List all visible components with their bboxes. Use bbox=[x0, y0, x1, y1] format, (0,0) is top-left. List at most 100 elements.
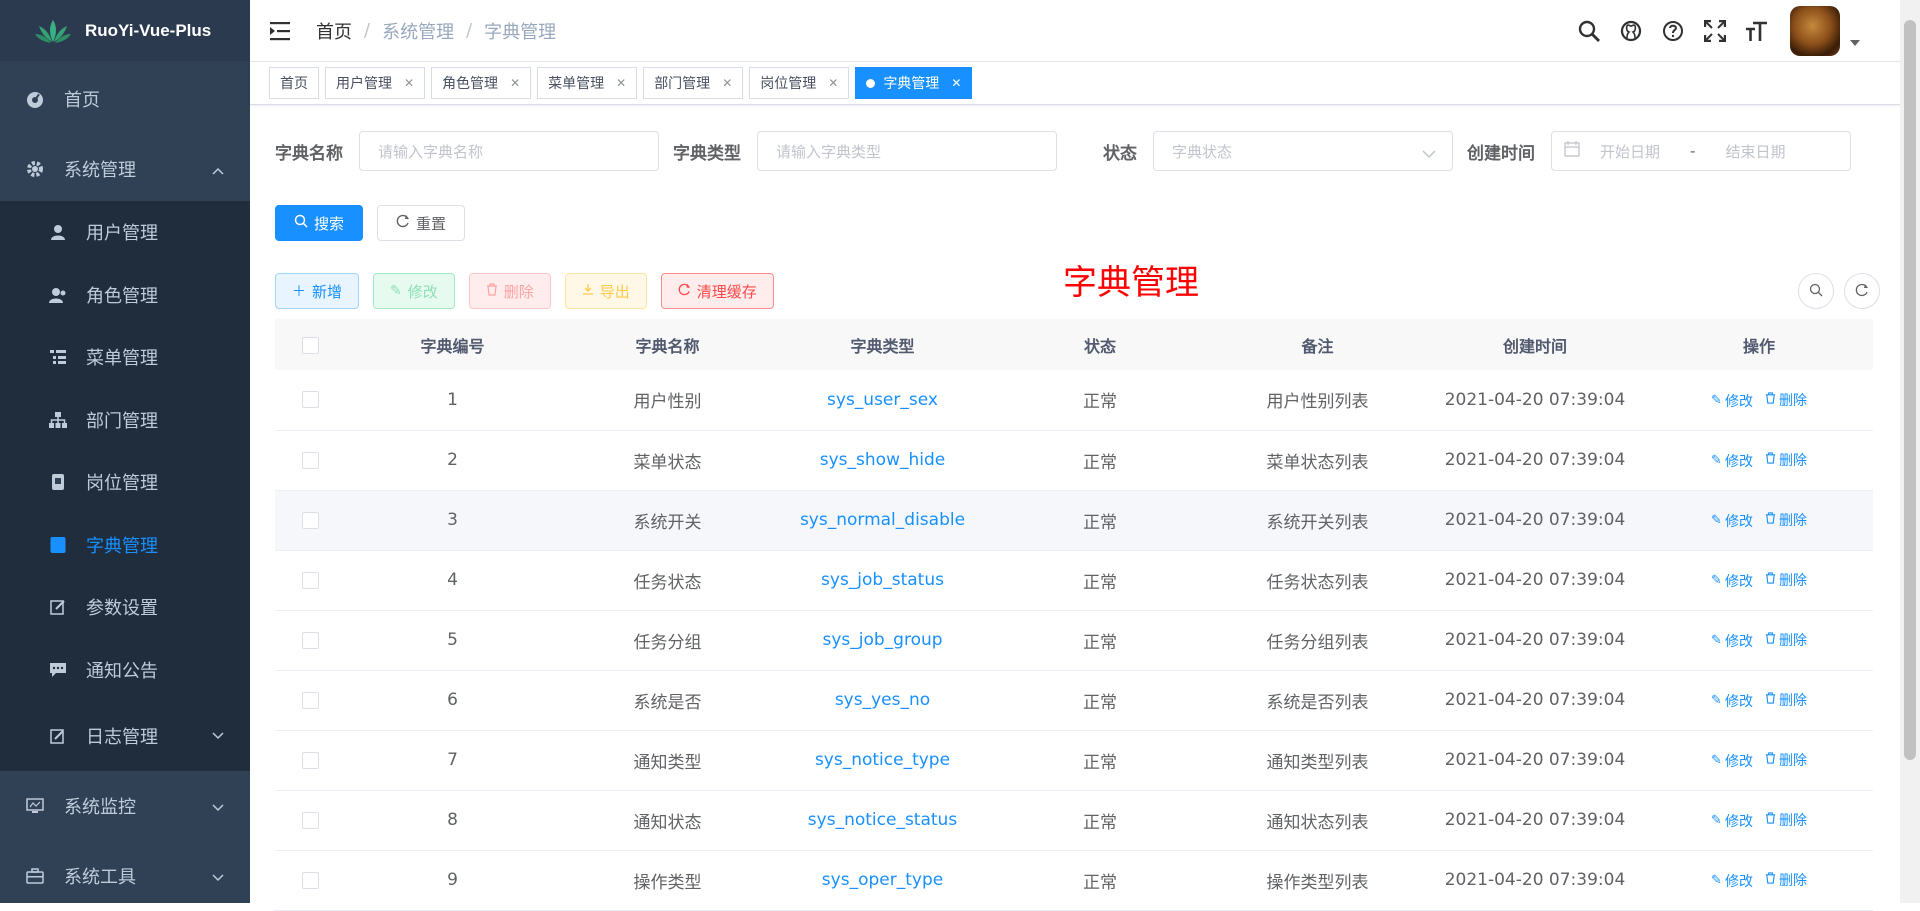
sidebar-item-dept[interactable]: 部门管理 bbox=[0, 389, 250, 452]
sidebar-item-system[interactable]: 系统管理 bbox=[0, 137, 250, 201]
close-icon[interactable]: ✕ bbox=[951, 76, 961, 90]
tag-user[interactable]: 用户管理 ✕ bbox=[325, 67, 426, 99]
row-edit-button[interactable]: ✎ 修改 bbox=[1711, 451, 1753, 471]
logo-icon bbox=[35, 19, 71, 43]
row-checkbox[interactable] bbox=[301, 871, 319, 889]
tag-role[interactable]: 角色管理 ✕ bbox=[431, 67, 532, 99]
row-delete-button[interactable]: 删除 bbox=[1765, 750, 1807, 770]
search-icon[interactable] bbox=[1576, 18, 1602, 44]
dict-type-input[interactable]: 请输入字典类型 bbox=[757, 131, 1057, 171]
dict-type-link[interactable]: sys_user_sex bbox=[775, 370, 990, 430]
font-size-icon[interactable] bbox=[1744, 18, 1770, 44]
row-delete-button[interactable]: 删除 bbox=[1765, 870, 1807, 890]
sidebar-item-config[interactable]: 参数设置 bbox=[0, 576, 250, 639]
hamburger-icon[interactable] bbox=[270, 21, 294, 41]
scrollbar[interactable] bbox=[1900, 0, 1920, 903]
dict-type-link[interactable]: sys_oper_type bbox=[775, 850, 990, 910]
row-checkbox[interactable] bbox=[301, 451, 319, 469]
start-date-placeholder[interactable]: 开始日期 bbox=[1600, 141, 1660, 162]
sidebar-item-home[interactable]: 首页 bbox=[0, 61, 250, 137]
add-button[interactable]: ＋ 新增 bbox=[275, 273, 360, 309]
row-edit-button[interactable]: ✎ 修改 bbox=[1711, 871, 1753, 891]
row-delete-button[interactable]: 删除 bbox=[1765, 450, 1807, 470]
sidebar-item-dict[interactable]: 字典管理 bbox=[0, 514, 250, 577]
scrollbar-thumb[interactable] bbox=[1904, 20, 1916, 760]
row-edit-button[interactable]: ✎ 修改 bbox=[1711, 631, 1753, 651]
fullscreen-icon[interactable] bbox=[1702, 18, 1728, 44]
row-delete-button[interactable]: 删除 bbox=[1765, 690, 1807, 710]
sidebar-item-monitor[interactable]: 系统监控 bbox=[0, 771, 250, 841]
row-delete-button[interactable]: 删除 bbox=[1765, 510, 1807, 530]
dict-type-link[interactable]: sys_normal_disable bbox=[775, 490, 990, 550]
export-button[interactable]: 导出 bbox=[564, 273, 647, 309]
reset-button[interactable]: 重置 bbox=[377, 205, 466, 241]
row-checkbox[interactable] bbox=[301, 631, 319, 649]
chevron-up-icon bbox=[212, 163, 224, 179]
status-select[interactable]: 字典状态 bbox=[1153, 131, 1453, 171]
row-checkbox[interactable] bbox=[301, 391, 319, 409]
breadcrumb-item[interactable]: 首页 bbox=[316, 18, 352, 44]
row-delete-button[interactable]: 删除 bbox=[1765, 570, 1807, 590]
logo[interactable]: RuoYi-Vue-Plus bbox=[0, 0, 250, 61]
refresh-table-button[interactable] bbox=[1844, 273, 1880, 309]
row-checkbox[interactable] bbox=[301, 511, 319, 529]
page-heading: 字典管理 bbox=[1063, 263, 1199, 303]
dict-type-link[interactable]: sys_notice_type bbox=[775, 730, 990, 790]
caret-down-icon[interactable] bbox=[1850, 40, 1860, 46]
tag-post[interactable]: 岗位管理 ✕ bbox=[749, 67, 850, 99]
tag-dict[interactable]: 字典管理 ✕ bbox=[855, 67, 973, 99]
edit-button[interactable]: ✎ 修改 bbox=[373, 273, 455, 309]
table-row: 9 操作类型 sys_oper_type 正常 操作类型列表 2021-04-20 07:… bbox=[275, 850, 1873, 910]
github-icon[interactable] bbox=[1618, 18, 1644, 44]
row-edit-button[interactable]: ✎ 修改 bbox=[1711, 691, 1753, 711]
dict-type-link[interactable]: sys_notice_status bbox=[775, 790, 990, 850]
row-delete-button[interactable]: 删除 bbox=[1765, 630, 1807, 650]
toggle-search-button[interactable] bbox=[1798, 273, 1834, 309]
date-range-picker[interactable]: 开始日期 - 结束日期 bbox=[1551, 131, 1851, 171]
close-icon[interactable]: ✕ bbox=[828, 76, 838, 90]
status-cell: 正常 bbox=[1083, 452, 1117, 473]
row-edit-button[interactable]: ✎ 修改 bbox=[1711, 511, 1753, 531]
dict-type-link[interactable]: sys_job_group bbox=[775, 610, 990, 670]
row-edit-button[interactable]: ✎ 修改 bbox=[1711, 391, 1753, 411]
sidebar-item-role[interactable]: 角色管理 bbox=[0, 264, 250, 327]
avatar[interactable] bbox=[1790, 6, 1840, 56]
row-delete-button[interactable]: 删除 bbox=[1765, 390, 1807, 410]
clear-cache-button[interactable]: 清理缓存 bbox=[660, 273, 774, 309]
sidebar-item-menu[interactable]: 菜单管理 bbox=[0, 326, 250, 389]
sidebar-item-user[interactable]: 用户管理 bbox=[0, 201, 250, 264]
dict-type-link[interactable]: sys_yes_no bbox=[775, 670, 990, 730]
row-checkbox[interactable] bbox=[301, 751, 319, 769]
sidebar: RuoYi-Vue-Plus 首页 系统管理 用户管理 角色管理 菜单管理 部门… bbox=[0, 0, 250, 903]
close-icon[interactable]: ✕ bbox=[510, 76, 520, 90]
table-row: 1 用户性别 sys_user_sex 正常 用户性别列表 2021-04-20 07:3… bbox=[275, 370, 1873, 430]
sidebar-item-notice[interactable]: 通知公告 bbox=[0, 639, 250, 702]
end-date-placeholder[interactable]: 结束日期 bbox=[1725, 141, 1785, 162]
delete-button-label: 删除 bbox=[503, 282, 534, 301]
dict-name-input[interactable]: 请输入字典名称 bbox=[359, 131, 659, 171]
sidebar-item-tool[interactable]: 系统工具 bbox=[0, 841, 250, 911]
row-edit-button[interactable]: ✎ 修改 bbox=[1711, 571, 1753, 591]
close-icon[interactable]: ✕ bbox=[722, 76, 732, 90]
sidebar-item-log[interactable]: 日志管理 bbox=[0, 701, 250, 771]
delete-button[interactable]: 删除 bbox=[468, 273, 551, 309]
close-icon[interactable]: ✕ bbox=[616, 76, 626, 90]
row-delete-label: 删除 bbox=[1778, 573, 1807, 590]
select-all-checkbox[interactable] bbox=[301, 337, 319, 354]
tag-dept[interactable]: 部门管理 ✕ bbox=[643, 67, 744, 99]
tag-home[interactable]: 首页 bbox=[269, 67, 319, 99]
close-icon[interactable]: ✕ bbox=[404, 76, 414, 90]
sidebar-item-post[interactable]: 岗位管理 bbox=[0, 451, 250, 514]
row-edit-button[interactable]: ✎ 修改 bbox=[1711, 751, 1753, 771]
dict-type-link[interactable]: sys_show_hide bbox=[775, 430, 990, 490]
tag-label: 部门管理 bbox=[654, 76, 711, 92]
row-delete-button[interactable]: 删除 bbox=[1765, 810, 1807, 830]
search-button[interactable]: 搜索 bbox=[275, 205, 364, 241]
row-checkbox[interactable] bbox=[301, 571, 319, 589]
question-icon[interactable] bbox=[1660, 18, 1686, 44]
tag-menu[interactable]: 菜单管理 ✕ bbox=[537, 67, 638, 99]
row-checkbox[interactable] bbox=[301, 811, 319, 829]
dict-type-link[interactable]: sys_job_status bbox=[775, 550, 990, 610]
row-edit-button[interactable]: ✎ 修改 bbox=[1711, 811, 1753, 831]
row-checkbox[interactable] bbox=[301, 691, 319, 709]
